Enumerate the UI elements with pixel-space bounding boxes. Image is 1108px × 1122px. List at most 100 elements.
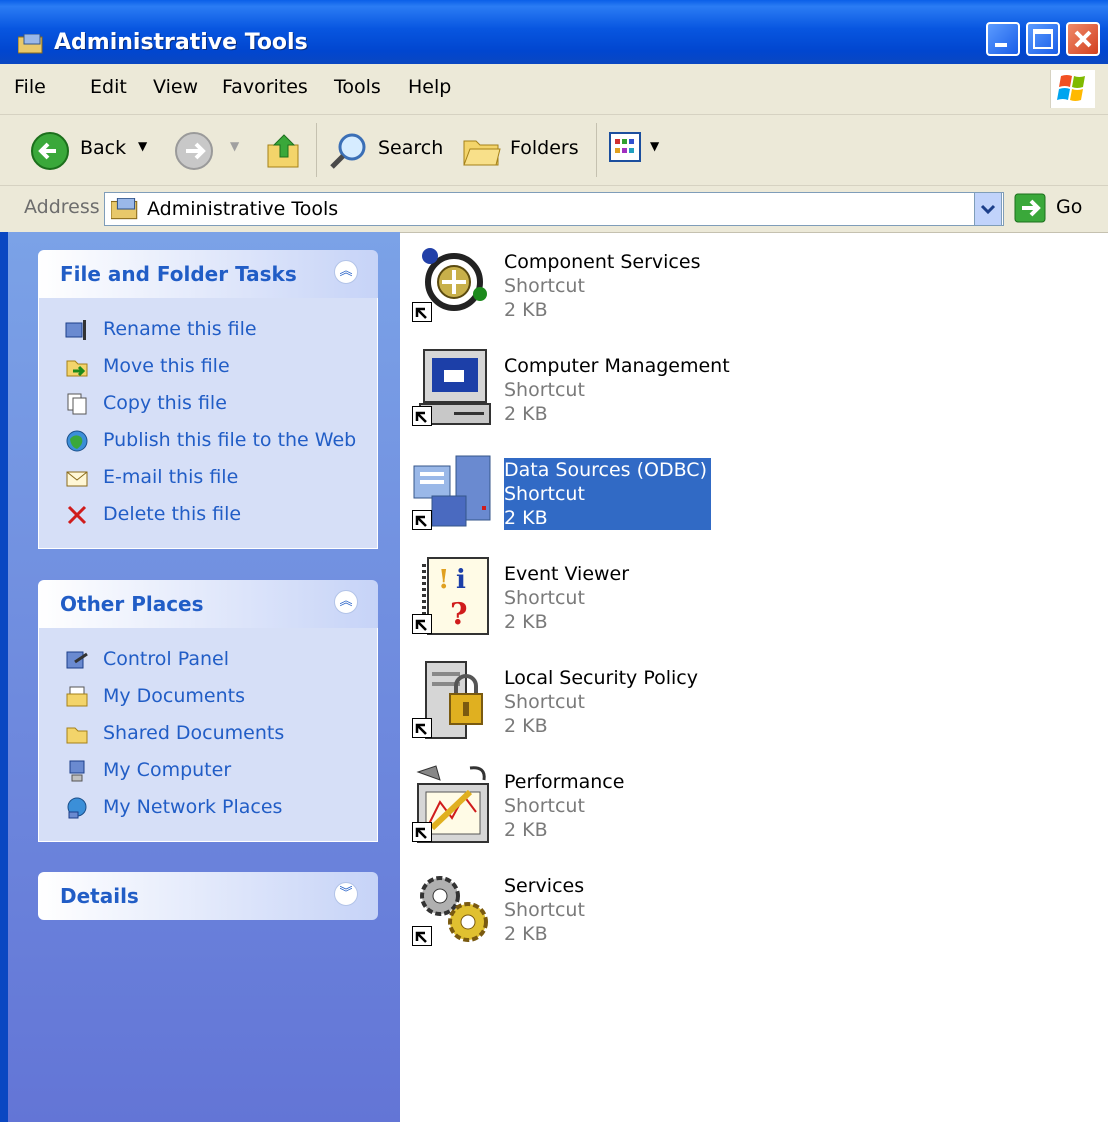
- move-icon: [66, 360, 88, 377]
- address-label: Address: [24, 196, 100, 218]
- close-icon: [1074, 30, 1092, 48]
- minimize-icon: [995, 43, 1007, 47]
- task-label: My Computer: [103, 759, 232, 781]
- task-delete[interactable]: Delete this file: [39, 497, 377, 534]
- forward-arrow-icon: [175, 132, 213, 170]
- panel-body: Rename this file Move this file Copy thi…: [38, 298, 378, 549]
- shortcut-arrow-icon: [412, 822, 432, 842]
- place-my-documents[interactable]: My Documents: [39, 679, 377, 716]
- publish-web-icon: [66, 430, 88, 452]
- menu-favorites[interactable]: Favorites: [222, 76, 308, 98]
- collapse-up-icon[interactable]: ︽: [334, 260, 358, 284]
- shortcut-arrow-icon: [412, 926, 432, 946]
- back-arrow-icon: [31, 132, 69, 170]
- search-icon: [330, 133, 366, 169]
- task-label: Shared Documents: [103, 722, 285, 744]
- menu-tools[interactable]: Tools: [334, 76, 381, 98]
- file-name: Computer Management: [504, 355, 730, 377]
- place-my-network-places[interactable]: My Network Places: [39, 790, 377, 827]
- svg-text:i: i: [456, 565, 466, 595]
- task-label: E-mail this file: [103, 466, 239, 488]
- panel-header[interactable]: File and Folder Tasks ︽: [38, 250, 378, 298]
- panel-header[interactable]: Other Places ︽: [38, 580, 378, 628]
- file-item[interactable]: Performance Shortcut 2 KB: [406, 756, 1006, 856]
- file-item-selected[interactable]: Data Sources (ODBC) Shortcut 2 KB: [406, 444, 1006, 544]
- control-panel-icon: [66, 651, 88, 669]
- svg-text:?: ?: [450, 597, 468, 632]
- folders-button[interactable]: Folders: [462, 127, 582, 173]
- menu-help[interactable]: Help: [408, 76, 451, 98]
- task-email[interactable]: E-mail this file: [39, 460, 377, 497]
- window-title: Administrative Tools: [54, 30, 308, 55]
- task-label: My Documents: [103, 685, 246, 707]
- place-shared-documents[interactable]: Shared Documents: [39, 716, 377, 753]
- file-type: Shortcut: [504, 899, 585, 921]
- file-item[interactable]: Component Services Shortcut 2 KB: [406, 236, 1006, 336]
- views-dropdown-icon[interactable]: ▼: [650, 139, 659, 153]
- address-input[interactable]: Administrative Tools: [104, 192, 1004, 226]
- file-size: 2 KB: [504, 403, 548, 425]
- windows-flag-icon: [1057, 75, 1085, 101]
- search-button[interactable]: Search: [328, 127, 448, 173]
- maximize-button[interactable]: [1026, 22, 1060, 56]
- minimize-button[interactable]: [986, 22, 1020, 56]
- panel-body: Control Panel My Documents Shared Docume…: [38, 628, 378, 842]
- collapse-up-icon[interactable]: ︽: [334, 590, 358, 614]
- up-folder-icon[interactable]: [264, 131, 304, 171]
- go-label: Go: [1056, 196, 1083, 218]
- file-item[interactable]: Local Security Policy Shortcut 2 KB: [406, 652, 1006, 752]
- place-my-computer[interactable]: My Computer: [39, 753, 377, 790]
- folders-icon: [463, 140, 501, 166]
- back-dropdown-icon[interactable]: ▼: [138, 139, 147, 153]
- forward-button[interactable]: ▼: [174, 127, 248, 173]
- forward-dropdown-icon[interactable]: ▼: [230, 139, 239, 153]
- panel-header[interactable]: Details ︾: [38, 872, 378, 920]
- close-button[interactable]: [1066, 22, 1100, 56]
- explorer-window: Administrative Tools File Edit View Favo…: [0, 0, 1108, 1122]
- file-type: Shortcut: [504, 379, 585, 401]
- go-arrow-icon: [1014, 193, 1046, 223]
- task-move[interactable]: Move this file: [39, 349, 377, 386]
- panel-title: Details: [60, 884, 139, 908]
- shortcut-arrow-icon: [412, 406, 432, 426]
- file-name: Component Services: [504, 251, 701, 273]
- menu-file[interactable]: File: [14, 76, 46, 98]
- file-item[interactable]: ! i ? Event Viewer Shortcut 2 KB: [406, 548, 1006, 648]
- folder-icon: [66, 727, 88, 744]
- place-control-panel[interactable]: Control Panel: [39, 642, 377, 679]
- file-size: 2 KB: [504, 507, 548, 529]
- chevron-down-icon: [980, 204, 996, 215]
- task-rename[interactable]: Rename this file: [39, 312, 377, 349]
- panel-title: Other Places: [60, 592, 204, 616]
- copy-icon: [67, 393, 87, 415]
- file-name: Local Security Policy: [504, 667, 698, 689]
- task-publish[interactable]: Publish this file to the Web: [39, 423, 377, 460]
- task-pane: File and Folder Tasks ︽ Rename this file…: [0, 232, 400, 1122]
- file-type: Shortcut: [504, 691, 585, 713]
- expand-down-icon[interactable]: ︾: [334, 882, 358, 906]
- file-item[interactable]: Services Shortcut 2 KB: [406, 860, 1006, 960]
- views-button[interactable]: ▼: [608, 129, 668, 169]
- address-bar: Address Administrative Tools Go: [0, 186, 1108, 233]
- window-left-border: [0, 232, 8, 1122]
- panel-title: File and Folder Tasks: [60, 262, 297, 286]
- toolbar-separator: [596, 123, 597, 177]
- file-type: Shortcut: [504, 483, 585, 505]
- task-label: Control Panel: [103, 648, 229, 670]
- task-copy[interactable]: Copy this file: [39, 386, 377, 423]
- windows-logo: [1050, 70, 1095, 108]
- file-item[interactable]: Computer Management Shortcut 2 KB: [406, 340, 1006, 440]
- title-bar[interactable]: Administrative Tools: [0, 0, 1108, 64]
- go-button[interactable]: Go: [1014, 192, 1094, 226]
- file-size: 2 KB: [504, 819, 548, 841]
- task-label: Rename this file: [103, 318, 257, 340]
- back-button[interactable]: Back ▼: [30, 127, 160, 173]
- file-type: Shortcut: [504, 795, 585, 817]
- menu-view[interactable]: View: [153, 76, 198, 98]
- details-panel: Details ︾: [38, 872, 378, 920]
- email-icon: [66, 471, 88, 487]
- menu-edit[interactable]: Edit: [90, 76, 127, 98]
- my-documents-icon: [66, 686, 88, 707]
- address-dropdown-button[interactable]: [974, 192, 1002, 226]
- other-places-panel: Other Places ︽ Control Panel My Document…: [38, 580, 378, 842]
